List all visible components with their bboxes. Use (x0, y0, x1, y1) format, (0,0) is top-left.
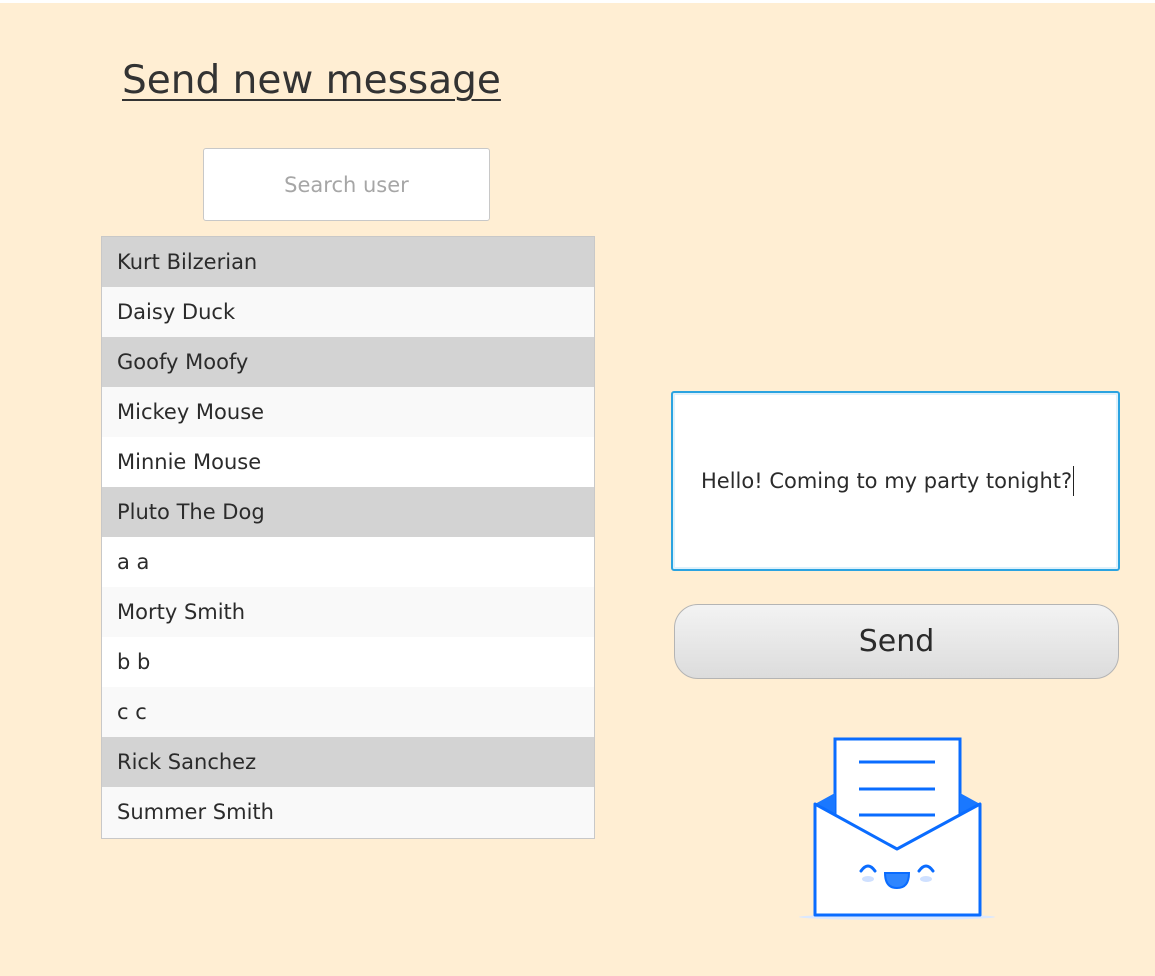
user-list-item[interactable]: Kurt Bilzerian (102, 237, 594, 287)
user-list-item[interactable]: Minnie Mouse (102, 437, 594, 487)
send-message-page: Send new message Kurt Bilzerian Daisy Du… (0, 3, 1155, 976)
message-textarea[interactable]: Hello! Coming to my party tonight? (671, 391, 1120, 571)
smile-mouth (883, 872, 911, 890)
user-list-item[interactable]: Rick Sanchez (102, 737, 594, 787)
user-list-item[interactable]: Mickey Mouse (102, 387, 594, 437)
user-list-item[interactable]: c c (102, 687, 594, 737)
user-list-item[interactable]: Goofy Moofy (102, 337, 594, 387)
user-list[interactable]: Kurt Bilzerian Daisy Duck Goofy Moofy Mi… (101, 236, 595, 839)
user-list-item[interactable]: a a (102, 537, 594, 587)
smiling-envelope-icon (799, 737, 995, 920)
search-user-input[interactable] (203, 148, 490, 221)
left-cheek (862, 876, 874, 882)
user-list-item[interactable]: Daisy Duck (102, 287, 594, 337)
page-title: Send new message (122, 58, 501, 103)
right-cheek (920, 876, 932, 882)
user-list-item[interactable]: Summer Smith (102, 787, 594, 837)
send-button[interactable]: Send (674, 604, 1119, 679)
user-list-item[interactable]: Morty Smith (102, 587, 594, 637)
message-text: Hello! Coming to my party tonight? (701, 469, 1073, 493)
user-list-item[interactable]: b b (102, 637, 594, 687)
user-list-item[interactable]: Pluto The Dog (102, 487, 594, 537)
text-caret (1073, 466, 1075, 496)
